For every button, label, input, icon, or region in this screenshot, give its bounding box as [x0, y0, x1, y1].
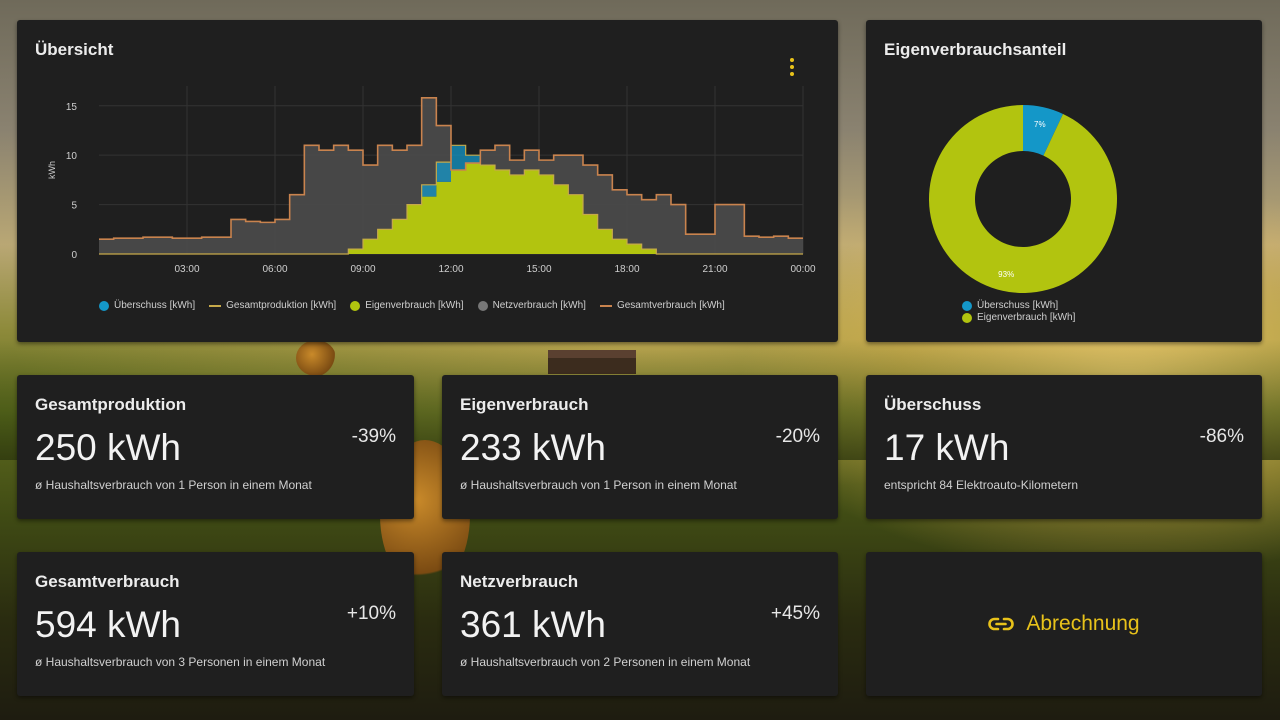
legend-item[interactable]: Überschuss [kWh]	[962, 300, 1075, 311]
legend-marker	[599, 304, 612, 307]
stat-change: -86%	[1199, 426, 1244, 447]
legend-label: Überschuss [kWh]	[977, 300, 1059, 311]
legend-item[interactable]: Eigenverbrauch [kWh]	[350, 300, 464, 311]
legend-item[interactable]: Eigenverbrauch [kWh]	[962, 312, 1075, 323]
donut-slice-label: 7%	[1034, 120, 1046, 129]
stat-change: +10%	[346, 603, 396, 624]
legend-label: Eigenverbrauch [kWh]	[977, 312, 1076, 323]
stat-value: 250 kWh	[35, 427, 182, 468]
stat-card-total-consumption: Gesamtverbrauch 594 kWh +10% ø Haushalts…	[17, 552, 414, 696]
legend-item[interactable]: Gesamtverbrauch [kWh]	[599, 300, 725, 311]
legend-label: Gesamtproduktion [kWh]	[226, 300, 337, 311]
stat-change: +45%	[770, 603, 820, 624]
x-tick-label: 00:00	[790, 264, 815, 275]
link-icon	[988, 617, 1015, 631]
y-tick-label: 15	[66, 102, 78, 113]
legend-label: Überschuss [kWh]	[114, 300, 196, 311]
stat-card-total-production: Gesamtproduktion 250 kWh -39% ø Haushalt…	[17, 375, 414, 519]
donut-legend: Überschuss [kWh] Eigenverbrauch [kWh]	[962, 300, 1075, 324]
legend-marker	[99, 300, 109, 311]
stat-value: 17 kWh	[884, 427, 1010, 468]
share-card: Eigenverbrauchsanteil 7% 93% Überschuss […	[866, 20, 1262, 342]
x-tick-label: 18:00	[614, 264, 639, 275]
legend-marker	[962, 300, 972, 311]
legend-item[interactable]: Überschuss [kWh]	[99, 300, 195, 311]
overview-card: Übersicht 03:00 06:00 09:00 12:00 15:00 18:00…	[17, 20, 838, 342]
stat-title: Gesamtverbrauch	[35, 572, 180, 591]
stat-description: ø Haushaltsverbrauch von 1 Person in ein…	[35, 478, 312, 492]
donut-chart: 7% 93%	[929, 105, 1117, 293]
x-tick-label: 09:00	[350, 264, 375, 275]
legend-item[interactable]: Gesamtproduktion [kWh]	[209, 300, 336, 311]
donut-slice-label: 93%	[998, 270, 1014, 279]
legend-item[interactable]: Netzverbrauch [kWh]	[477, 300, 586, 311]
y-tick-label: 10	[66, 151, 78, 162]
stat-value: 594 kWh	[35, 604, 182, 645]
billing-link-card[interactable]: Abrechnung	[866, 552, 1262, 696]
x-tick-label: 12:00	[438, 264, 463, 275]
x-tick-label: 06:00	[262, 264, 287, 275]
donut-slice	[929, 105, 1117, 293]
y-tick-label: 5	[71, 201, 77, 212]
stat-change: -20%	[775, 426, 820, 447]
stat-card-surplus: Überschuss 17 kWh -86% entspricht 84 Ele…	[866, 375, 1262, 519]
legend-label: Gesamtverbrauch [kWh]	[616, 300, 725, 311]
legend-label: Netzverbrauch [kWh]	[492, 300, 586, 311]
y-tick-label: 0	[71, 250, 77, 261]
billing-label: Abrechnung	[1026, 612, 1140, 635]
stat-description: ø Haushaltsverbrauch von 3 Personen in e…	[35, 655, 326, 669]
stat-description: ø Haushaltsverbrauch von 1 Person in ein…	[460, 478, 737, 492]
stat-card-self-consumption: Eigenverbrauch 233 kWh -20% ø Haushaltsv…	[442, 375, 838, 519]
overview-legend: Überschuss [kWh] Gesamtproduktion [kWh] Ei…	[99, 300, 725, 311]
stat-title: Gesamtproduktion	[35, 395, 187, 414]
legend-marker	[962, 312, 972, 323]
stat-title: Überschuss	[884, 395, 982, 414]
billing-link[interactable]: Abrechnung	[988, 612, 1140, 636]
stat-change: -39%	[351, 426, 396, 447]
legend-marker	[477, 300, 488, 311]
x-tick-label: 03:00	[174, 264, 199, 275]
overview-chart: 03:00 06:00 09:00 12:00 15:00 18:00 21:00 00:00…	[47, 86, 816, 275]
x-tick-label: 15:00	[526, 264, 551, 275]
stat-value: 233 kWh	[460, 427, 607, 468]
stat-title: Eigenverbrauch	[460, 395, 589, 414]
background-barn	[548, 350, 636, 374]
background-tree	[296, 340, 336, 376]
legend-marker	[209, 304, 222, 307]
stat-value: 361 kWh	[460, 604, 607, 645]
stat-description: ø Haushaltsverbrauch von 2 Personen in e…	[460, 655, 751, 669]
legend-label: Eigenverbrauch [kWh]	[365, 300, 464, 311]
y-axis-label: kWh	[47, 161, 57, 179]
stat-card-grid-consumption: Netzverbrauch 361 kWh +45% ø Haushaltsve…	[442, 552, 838, 696]
stat-title: Netzverbrauch	[460, 572, 579, 591]
stat-description: entspricht 84 Elektroauto-Kilometern	[884, 478, 1079, 492]
x-tick-label: 21:00	[702, 264, 727, 275]
legend-marker	[350, 300, 361, 311]
